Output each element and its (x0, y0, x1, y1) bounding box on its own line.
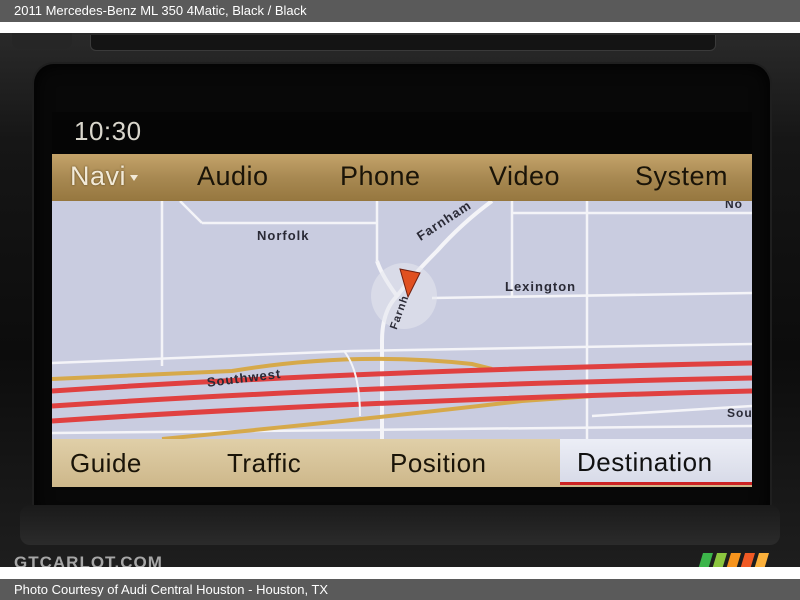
menu-system[interactable]: System (635, 161, 728, 192)
menu-traffic[interactable]: Traffic (227, 448, 301, 479)
clock: 10:30 (74, 116, 142, 146)
street-label-edge-top: No (725, 201, 743, 211)
photo-title: 2011 Mercedes-Benz ML 350 4Matic, Black … (14, 3, 307, 18)
photo-credit: Photo Courtesy of Audi Central Houston -… (14, 582, 329, 597)
dash-vent (12, 33, 72, 49)
street-label-edge-right: Sou (727, 406, 752, 420)
bottom-menu-bar: Guide Traffic Position Destination (52, 439, 752, 487)
menu-audio[interactable]: Audio (197, 161, 269, 192)
menu-destination-label: Destination (577, 447, 713, 477)
menu-navi-label: Navi (70, 161, 127, 191)
menu-destination[interactable]: Destination (560, 439, 752, 485)
menu-video[interactable]: Video (489, 161, 560, 192)
navigation-map[interactable]: Norfolk Farnham Lexington Southwest Farn… (52, 201, 752, 439)
top-menu-bar: Navi Audio Phone Video System (52, 154, 752, 201)
top-divider (0, 22, 800, 33)
menu-guide[interactable]: Guide (70, 448, 142, 479)
photo-credit-bar: Photo Courtesy of Audi Central Houston -… (0, 579, 800, 600)
menu-position[interactable]: Position (390, 448, 487, 479)
caret-down-icon (130, 174, 139, 181)
street-label-lexington: Lexington (505, 279, 577, 294)
menu-navi[interactable]: Navi (70, 161, 139, 192)
cd-slot (90, 35, 716, 51)
photo-title-bar: 2011 Mercedes-Benz ML 350 4Matic, Black … (0, 0, 800, 22)
bezel-lower-trim (20, 505, 780, 545)
menu-phone[interactable]: Phone (340, 161, 421, 192)
street-label-norfolk: Norfolk (257, 228, 310, 243)
bottom-divider (0, 567, 800, 579)
navigation-screen: 10:30 Navi Audio Phone Video System Norf… (52, 112, 752, 490)
